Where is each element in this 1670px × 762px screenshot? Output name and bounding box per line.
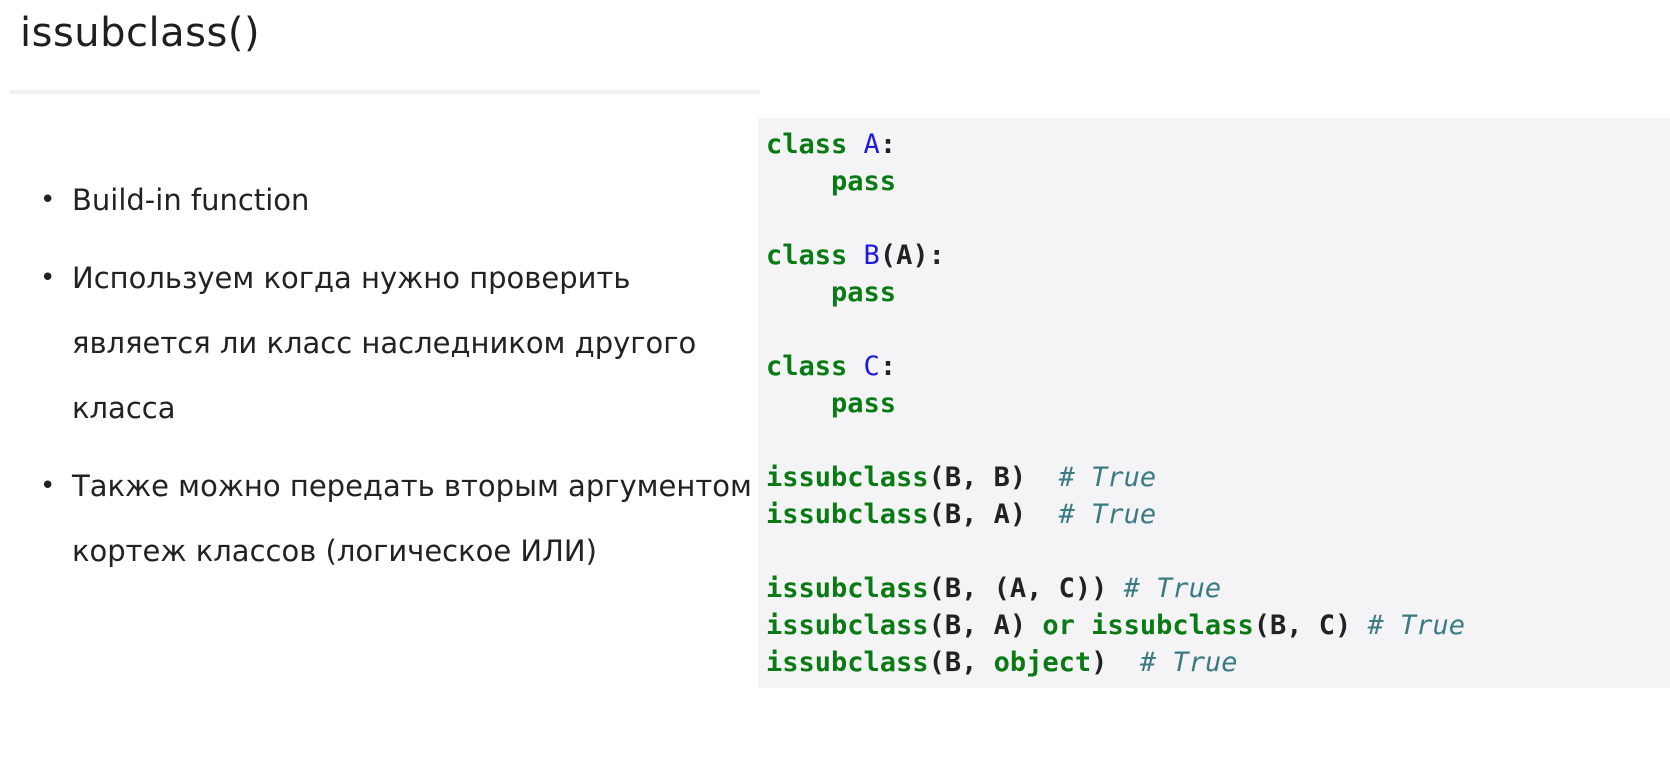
code-token: or <box>1042 610 1075 641</box>
code-line: issubclass(B, A) # True <box>766 496 1465 533</box>
code-line: pass <box>766 274 1465 311</box>
code-line: issubclass(B, B) # True <box>766 459 1465 496</box>
code-token: B <box>863 240 880 271</box>
bullet-item: • Build-in function <box>40 168 760 233</box>
code-token: # True <box>1123 573 1222 604</box>
code-token: (B, A) <box>928 499 1059 530</box>
bullet-dot-icon: • <box>40 471 56 501</box>
code-token: pass <box>831 388 897 419</box>
code-token: (B, B) <box>928 462 1059 493</box>
code-line: issubclass(B, A) or issubclass(B, C) # T… <box>766 607 1465 644</box>
code-token: issubclass <box>766 573 929 604</box>
code-token: issubclass <box>766 647 929 678</box>
code-token: # True <box>1367 610 1466 641</box>
code-line: class C: <box>766 348 1465 385</box>
code-line: issubclass(B, (A, C)) # True <box>766 570 1465 607</box>
bullet-item: • Также можно передать вторым аргументом… <box>40 454 760 584</box>
bullet-text: Используем когда нужно проверить являетс… <box>72 261 697 425</box>
code-token: issubclass <box>766 462 929 493</box>
code-token: : <box>879 351 897 382</box>
code-token: (B, <box>928 647 994 678</box>
code-token: issubclass <box>766 610 929 641</box>
code-line: class B(A): <box>766 237 1465 274</box>
code-token: # True <box>1139 647 1238 678</box>
code-token: class <box>766 129 848 160</box>
slide-title: issubclass() <box>20 10 261 56</box>
code-line: class A: <box>766 126 1465 163</box>
bullet-dot-icon: • <box>40 263 56 293</box>
code-token: ) <box>1091 647 1140 678</box>
code-block: class A: pass class B(A): pass class C: … <box>766 126 1465 681</box>
code-line: pass <box>766 385 1465 422</box>
code-token: class <box>766 240 848 271</box>
code-panel: class A: pass class B(A): pass class C: … <box>758 118 1670 688</box>
bullet-list: • Build-in function • Используем когда н… <box>40 168 760 597</box>
code-token: C <box>863 351 880 382</box>
code-token: : <box>879 129 897 160</box>
code-token: (A): <box>879 240 945 271</box>
code-token: pass <box>831 166 897 197</box>
code-token: (B, C) <box>1253 610 1368 641</box>
code-token: (B, (A, C)) <box>928 573 1124 604</box>
title-divider <box>10 90 760 94</box>
code-token: pass <box>831 277 897 308</box>
code-token: issubclass <box>766 499 929 530</box>
code-token: # True <box>1058 462 1157 493</box>
bullet-dot-icon: • <box>40 185 56 215</box>
bullet-item: • Используем когда нужно проверить являе… <box>40 246 760 441</box>
bullet-text: Build-in function <box>72 183 310 217</box>
code-line: pass <box>766 163 1465 200</box>
code-token: A <box>863 129 880 160</box>
code-token: object <box>993 647 1092 678</box>
code-token: # True <box>1058 499 1157 530</box>
code-line: issubclass(B, object) # True <box>766 644 1465 681</box>
code-token: issubclass <box>1091 610 1254 641</box>
code-token: (B, A) <box>928 610 1043 641</box>
code-token: class <box>766 351 848 382</box>
bullet-text: Также можно передать вторым аргументом к… <box>72 469 752 568</box>
